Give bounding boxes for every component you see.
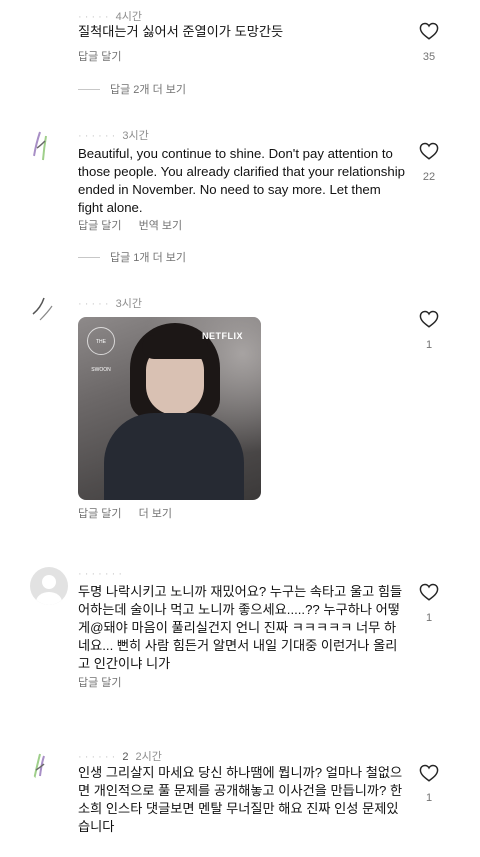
comment-username-suffix: 2 xyxy=(122,751,129,763)
heart-icon xyxy=(419,583,439,601)
comment-time: 2시간 xyxy=(135,751,162,763)
comment-username[interactable]: · · · · · · xyxy=(78,130,115,142)
heart-icon xyxy=(419,142,439,160)
comment-actions: 답글 달기 번역 보기 xyxy=(78,217,196,233)
gif-bangs xyxy=(142,335,208,359)
comment-username[interactable]: · · · · · · · xyxy=(78,568,122,580)
comment-time: 3시간 xyxy=(122,130,149,142)
heart-icon xyxy=(419,310,439,328)
reply-button[interactable]: 답글 달기 xyxy=(78,220,122,232)
view-replies-button[interactable]: 답글 2개 더 보기 xyxy=(78,81,186,97)
comment-username[interactable]: · · · · · xyxy=(78,11,109,23)
replies-divider xyxy=(78,88,100,90)
comment-text: 인생 그리살지 마세요 당신 하나땜에 뭡니까? 얼마나 철없으면 개인적으로 … xyxy=(78,765,403,834)
comment-actions: 답글 달기 xyxy=(78,674,136,690)
avatar-image xyxy=(33,131,47,161)
like-button[interactable] xyxy=(418,310,440,328)
comment-text: 두명 나락시키고 노니까 재밌어요? 누구는 속타고 울고 힘들어하는데 술이나… xyxy=(78,584,403,671)
gif-channel-logo: THE SWOON xyxy=(87,327,115,373)
reply-button[interactable]: 답글 달기 xyxy=(78,677,122,689)
comment-time: 3시간 xyxy=(115,298,142,310)
comment-username[interactable]: · · · · · xyxy=(78,298,109,310)
like-count: 35 xyxy=(422,51,436,63)
view-replies-label: 답글 1개 더 보기 xyxy=(110,252,187,264)
gif-netflix-badge: NETFLIX xyxy=(202,331,243,341)
like-button[interactable] xyxy=(418,583,440,601)
avatar[interactable] xyxy=(30,294,68,332)
avatar[interactable] xyxy=(30,746,68,784)
comment-actions: 답글 달기 xyxy=(78,48,136,64)
avatar-image xyxy=(33,753,45,781)
like-count: 1 xyxy=(425,792,433,804)
comment-meta: · · · · · 4시간 xyxy=(78,8,142,24)
reply-button[interactable]: 답글 달기 xyxy=(78,51,122,63)
comment-actions: 답글 달기 더 보기 xyxy=(78,505,186,521)
heart-icon xyxy=(419,22,439,40)
comment-meta: · · · · · · 2 2시간 xyxy=(78,748,162,764)
reply-button[interactable]: 답글 달기 xyxy=(78,508,122,520)
translate-button[interactable]: 번역 보기 xyxy=(139,220,183,232)
like-button[interactable] xyxy=(418,142,440,160)
comment-text: Beautiful, you continue to shine. Don't … xyxy=(78,146,405,215)
avatar[interactable] xyxy=(30,567,68,605)
like-button[interactable] xyxy=(418,22,440,40)
comment-meta: · · · · · 3시간 xyxy=(78,295,142,311)
comment-meta: · · · · · · 3시간 xyxy=(78,127,149,143)
view-replies-button[interactable]: 답글 1개 더 보기 xyxy=(78,249,186,265)
comment-meta: · · · · · · · xyxy=(78,568,126,580)
comment-time: 4시간 xyxy=(115,11,142,23)
avatar[interactable] xyxy=(30,126,68,164)
heart-icon xyxy=(419,764,439,782)
comment-username[interactable]: · · · · · · xyxy=(78,751,115,763)
like-count: 22 xyxy=(422,171,436,183)
avatar-image xyxy=(32,297,53,321)
like-count: 1 xyxy=(425,339,433,351)
view-replies-label: 답글 2개 더 보기 xyxy=(110,84,187,96)
comment-gif[interactable]: THE SWOON NETFLIX xyxy=(78,317,261,500)
replies-divider xyxy=(78,256,100,258)
comment-text: 질척대는거 싫어서 준열이가 도망간듯 xyxy=(78,24,284,39)
like-button[interactable] xyxy=(418,764,440,782)
gif-body xyxy=(104,413,244,500)
more-button[interactable]: 더 보기 xyxy=(139,508,172,520)
like-count: 1 xyxy=(425,612,433,624)
